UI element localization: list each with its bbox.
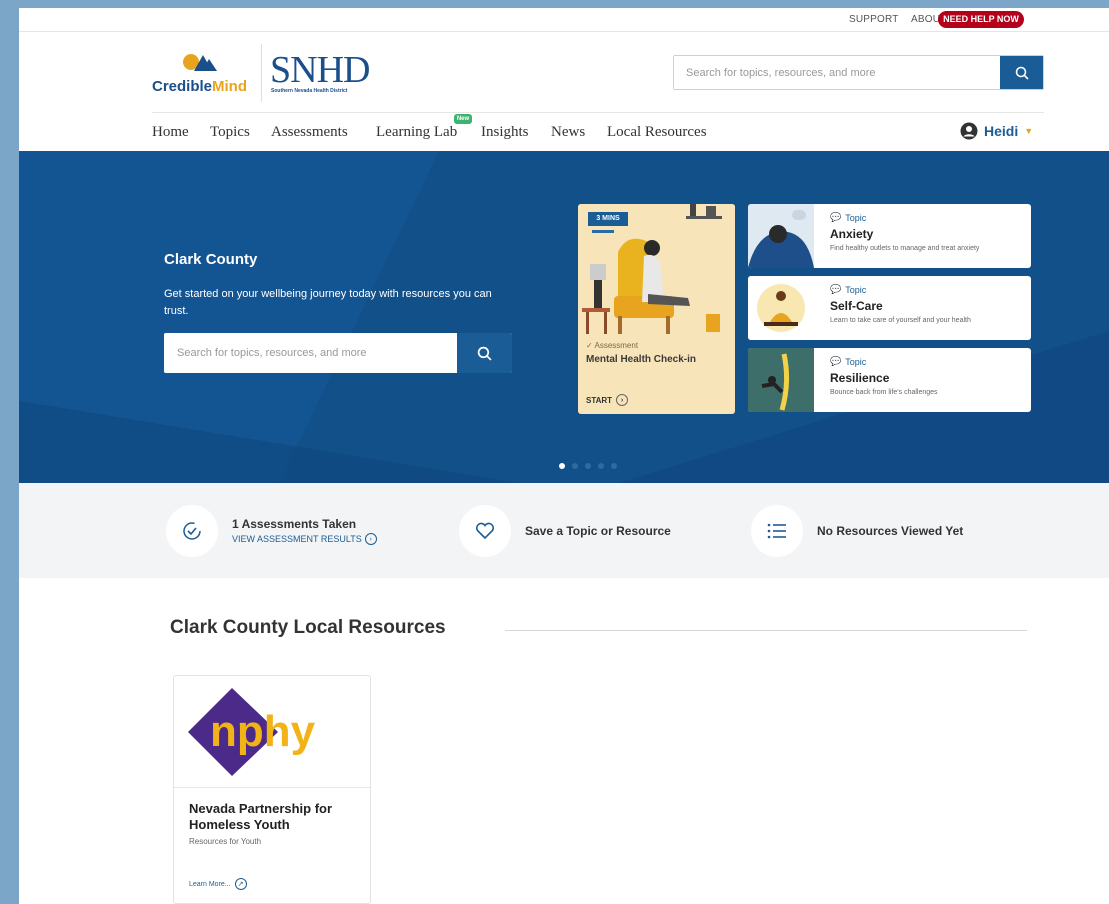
external-link-icon: ↗ — [234, 878, 247, 890]
nav-learning-lab[interactable]: Learning Lab — [376, 124, 457, 141]
topic-card-self-care[interactable]: 💬 Topic Self-Care Learn to take care of y… — [748, 276, 1031, 340]
heading-rule — [505, 630, 1027, 631]
hero-title: Clark County — [164, 251, 258, 268]
crediblemind-logo[interactable]: CredibleMind — [152, 52, 248, 98]
topic-kind: 💬 Topic — [830, 356, 867, 367]
topic-desc: Bounce back from life's challenges — [830, 389, 938, 396]
assessment-card[interactable]: 3 MINS ✓ Assessment Mental Health Check-… — [578, 204, 735, 414]
list-icon — [751, 505, 803, 557]
nav-local-resources[interactable]: Local Resources — [607, 124, 707, 141]
anxiety-thumbnail — [748, 204, 814, 268]
nav-assessments[interactable]: Assessments — [271, 124, 348, 141]
carousel-dot[interactable] — [585, 463, 591, 469]
search-icon — [1015, 66, 1029, 80]
nav-home[interactable]: Home — [152, 124, 189, 141]
snhd-logo[interactable]: SNHD Southern Nevada Health District — [267, 46, 371, 102]
topic-desc: Learn to take care of yourself and your … — [830, 317, 971, 324]
start-assessment-button[interactable]: START › — [586, 394, 629, 406]
topic-name: Anxiety — [830, 227, 874, 241]
snhd-subtitle: Southern Nevada Health District — [271, 88, 348, 94]
crediblemind-mark-icon — [183, 54, 217, 71]
heart-icon — [459, 505, 511, 557]
view-assessment-results-link[interactable]: VIEW ASSESSMENT RESULTS › — [232, 533, 377, 545]
support-link[interactable]: SUPPORT — [849, 14, 899, 25]
duration-badge: 3 MINS — [588, 212, 628, 226]
topic-kind: 💬 Topic — [830, 212, 867, 223]
stat-title: 1 Assessments Taken — [232, 517, 357, 531]
carousel-dot[interactable] — [572, 463, 578, 469]
search-icon — [477, 346, 492, 361]
hero-search — [164, 333, 512, 373]
header-search-button[interactable] — [1000, 56, 1043, 89]
assessment-kind: ✓ Assessment — [586, 341, 639, 350]
page: SUPPORT ABOUT NEED HELP NOW CredibleMind… — [19, 8, 1109, 904]
check-circle-icon — [166, 505, 218, 557]
hero-search-button[interactable] — [457, 333, 512, 373]
chevron-right-icon: › — [616, 394, 629, 406]
carousel-dot[interactable] — [611, 463, 617, 469]
hero-search-input[interactable] — [164, 333, 457, 373]
topic-kind: 💬 Topic — [830, 284, 867, 295]
new-badge: New — [454, 114, 472, 124]
user-menu[interactable]: Heidi ▼ — [960, 122, 1033, 140]
need-help-now-button[interactable]: NEED HELP NOW — [938, 11, 1024, 28]
resources-viewed-stat: No Resources Viewed Yet — [751, 503, 963, 559]
stat-title: No Resources Viewed Yet — [817, 524, 964, 538]
progress-strip: 1 Assessments Taken VIEW ASSESSMENT RESU… — [19, 483, 1109, 578]
local-resources-heading: Clark County Local Resources — [170, 617, 446, 638]
hero-banner: Clark County Get started on your wellbei… — [19, 151, 1109, 483]
chat-bubble-icon: 💬 — [830, 212, 842, 222]
hero-subtitle: Get started on your wellbeing journey to… — [164, 288, 492, 317]
chat-bubble-icon: 💬 — [830, 356, 842, 366]
assessment-title: Mental Health Check-in — [586, 354, 697, 365]
resource-name: Nevada Partnership for Homeless Youth — [189, 801, 333, 832]
carousel-dots — [559, 463, 617, 469]
self-care-thumbnail — [748, 276, 814, 340]
nphy-logo-art: nphy — [188, 688, 316, 776]
crediblemind-wordmark: CredibleMind — [152, 78, 248, 95]
nav-topics[interactable]: Topics — [210, 124, 250, 141]
svg-text:nphy: nphy — [210, 707, 316, 756]
resilience-thumbnail — [748, 348, 814, 412]
check-icon: ✓ — [586, 341, 593, 350]
chat-bubble-icon: 💬 — [830, 284, 842, 294]
resource-desc: Resources for Youth — [189, 837, 262, 846]
user-avatar-icon — [960, 122, 978, 140]
nphy-logo: nphy — [174, 676, 370, 788]
topic-name: Self-Care — [830, 299, 883, 313]
stat-title: Save a Topic or Resource — [525, 524, 671, 538]
header-search-input[interactable] — [674, 56, 1000, 89]
user-name: Heidi — [984, 123, 1019, 139]
assessments-taken-stat: 1 Assessments Taken VIEW ASSESSMENT RESU… — [166, 503, 377, 559]
nav-news[interactable]: News — [551, 124, 585, 141]
topic-card-resilience[interactable]: 💬 Topic Resilience Bounce back from life'… — [748, 348, 1031, 412]
carousel-dot[interactable] — [598, 463, 604, 469]
topic-card-anxiety[interactable]: 💬 Topic Anxiety Find healthy outlets to m… — [748, 204, 1031, 268]
nav-divider — [152, 112, 1044, 113]
logo-divider — [261, 44, 262, 102]
snhd-wordmark: SNHD — [270, 49, 370, 91]
topic-desc: Find healthy outlets to manage and treat… — [830, 245, 980, 252]
utility-bar: SUPPORT ABOUT NEED HELP NOW — [19, 8, 1109, 32]
nav-insights[interactable]: Insights — [481, 124, 529, 141]
save-topic-stat[interactable]: Save a Topic or Resource — [459, 503, 671, 559]
topic-name: Resilience — [830, 371, 890, 385]
learn-more-link[interactable]: Learn More... ↗ — [189, 878, 247, 890]
chevron-right-icon: › — [364, 533, 377, 545]
carousel-dot[interactable] — [559, 463, 565, 469]
resource-card[interactable]: nphy Nevada Partnership for Homeless You… — [173, 675, 371, 904]
header-search — [673, 55, 1044, 90]
chevron-down-icon: ▼ — [1024, 126, 1034, 136]
